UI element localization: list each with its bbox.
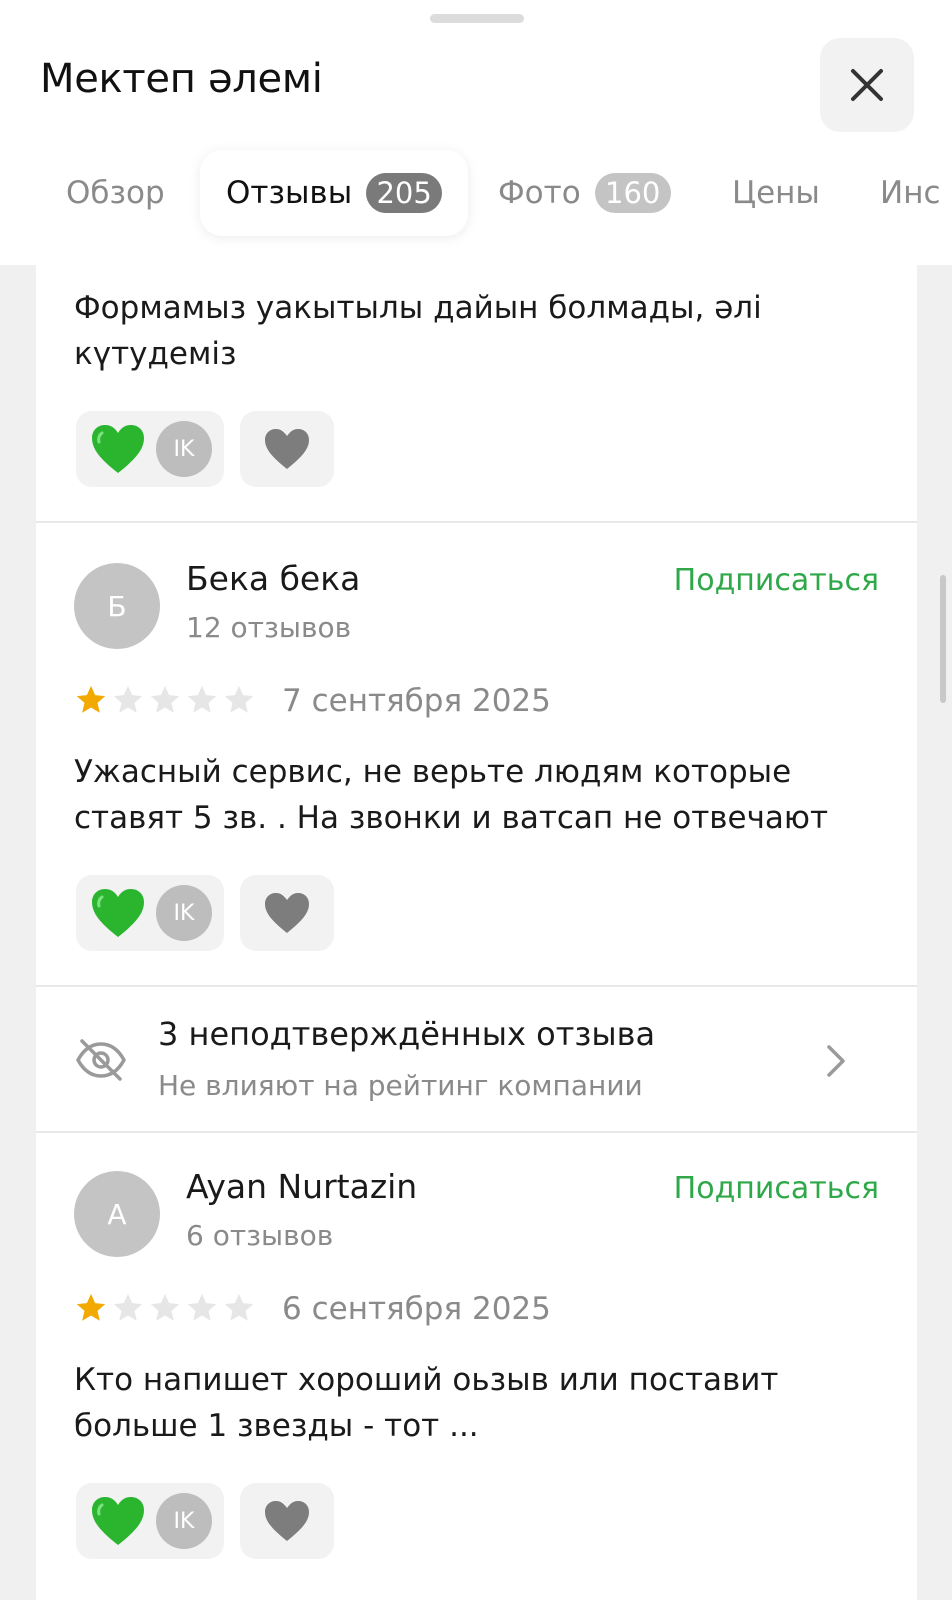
review-card: A Ayan Nurtazin 6 отзывов Подписаться 6 … xyxy=(36,1133,917,1600)
reviews-list[interactable]: Формамыз уакытылы дайын болмады, әлі күт… xyxy=(0,265,952,1600)
star-rating xyxy=(74,683,256,717)
page-title: Мектеп әлемі xyxy=(40,56,323,102)
eye-off-icon xyxy=(76,1039,126,1081)
review-text: Ужасный сервис, не верьте людям которые … xyxy=(74,754,829,836)
tab-count-badge: 205 xyxy=(366,173,443,213)
tab-bar: Обзор Отзывы 205 Фото 160 Цены Инс xyxy=(0,150,952,238)
subscribe-button[interactable]: Подписаться xyxy=(674,563,879,598)
author-name[interactable]: Бека бека xyxy=(186,559,360,598)
star-empty-icon xyxy=(187,685,217,713)
reaction-summary[interactable]: IK xyxy=(76,1483,224,1559)
reactor-avatar: IK xyxy=(156,885,212,941)
unconfirmed-title: 3 неподтверждённых отзыва xyxy=(158,1015,656,1053)
like-button[interactable] xyxy=(240,411,334,487)
like-button[interactable] xyxy=(240,1483,334,1559)
unconfirmed-reviews-row[interactable]: 3 неподтверждённых отзыва Не влияют на р… xyxy=(36,987,917,1131)
review-date: 6 сентября 2025 xyxy=(282,1291,551,1327)
star-empty-icon xyxy=(150,685,180,713)
avatar[interactable]: A xyxy=(74,1171,160,1257)
review-card: Формамыз уакытылы дайын болмады, әлі күт… xyxy=(36,265,917,521)
bottom-sheet: Мектеп әлемі Обзор Отзывы 205 Фото 160 Ц… xyxy=(0,0,952,1600)
scrollbar[interactable] xyxy=(940,575,946,703)
tab-overview[interactable]: Обзор xyxy=(66,150,165,236)
close-button[interactable] xyxy=(820,38,914,132)
subscribe-button[interactable]: Подписаться xyxy=(674,1171,879,1206)
star-filled-icon xyxy=(76,1293,106,1321)
heart-icon xyxy=(265,429,309,469)
star-empty-icon xyxy=(150,1293,180,1321)
sheet-grabber[interactable] xyxy=(430,14,524,23)
star-empty-icon xyxy=(113,1293,143,1321)
tab-count-badge: 160 xyxy=(594,173,671,213)
author-review-count: 12 отзывов xyxy=(186,611,352,644)
star-rating xyxy=(74,1291,256,1325)
reaction-summary[interactable]: IK xyxy=(76,875,224,951)
review-card: Б Бека бека 12 отзывов Подписаться 7 сен… xyxy=(36,523,917,985)
heart-icon xyxy=(265,1501,309,1541)
green-heart-icon xyxy=(92,425,144,473)
avatar[interactable]: Б xyxy=(74,563,160,649)
tab-photos[interactable]: Фото 160 xyxy=(498,150,671,236)
like-button[interactable] xyxy=(240,875,334,951)
tab-reviews[interactable]: Отзывы 205 xyxy=(200,150,469,236)
author-name[interactable]: Ayan Nurtazin xyxy=(186,1167,417,1206)
tab-label: Отзывы xyxy=(226,175,353,211)
tab-prices[interactable]: Цены xyxy=(732,150,820,236)
tab-label: Фото xyxy=(498,175,581,211)
reaction-summary[interactable]: IK xyxy=(76,411,224,487)
star-empty-icon xyxy=(224,685,254,713)
close-icon xyxy=(851,69,883,101)
star-filled-icon xyxy=(76,685,106,713)
heart-icon xyxy=(265,893,309,933)
review-text[interactable]: Кто напишет хороший оьзыв или поставит б… xyxy=(74,1357,884,1449)
star-empty-icon xyxy=(224,1293,254,1321)
unconfirmed-subtitle: Не влияют на рейтинг компании xyxy=(158,1069,643,1102)
tab-label: Цены xyxy=(732,175,820,211)
review-date: 7 сентября 2025 xyxy=(282,683,551,719)
tab-label: Обзор xyxy=(66,175,165,211)
green-heart-icon xyxy=(92,889,144,937)
reactor-avatar: IK xyxy=(156,1493,212,1549)
star-empty-icon xyxy=(113,685,143,713)
tab-info[interactable]: Инс xyxy=(880,150,941,236)
green-heart-icon xyxy=(92,1497,144,1545)
star-empty-icon xyxy=(187,1293,217,1321)
author-review-count: 6 отзывов xyxy=(186,1219,334,1252)
chevron-right-icon xyxy=(827,1045,845,1077)
review-text: Формамыз уакытылы дайын болмады, әлі күт… xyxy=(74,290,762,372)
reactor-avatar: IK xyxy=(156,421,212,477)
tab-label: Инс xyxy=(880,175,941,211)
